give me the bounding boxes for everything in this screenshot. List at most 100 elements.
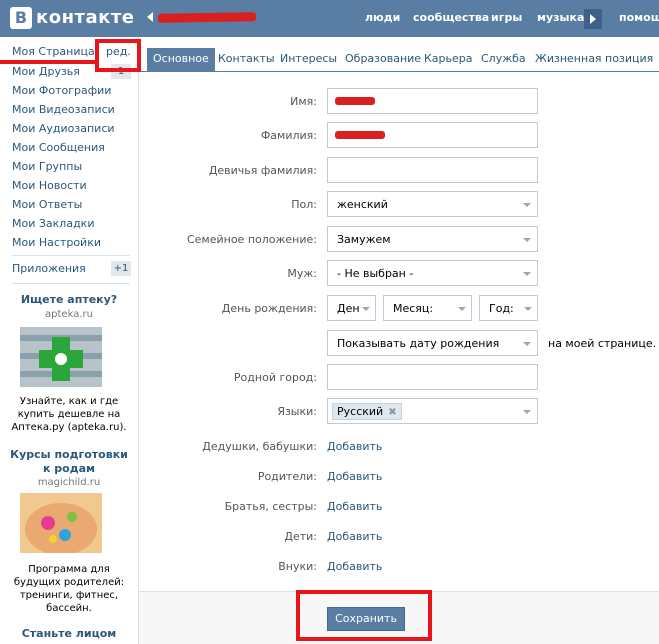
marital-status-label: Семейное положение: [186,233,317,246]
nav-games[interactable]: игры [491,11,522,24]
children-label: Дети: [284,530,317,543]
gender-select[interactable]: женский [327,191,538,217]
tab-life-position[interactable]: Жизненная позиция [535,50,653,72]
sidebar-item-my-page[interactable]: Моя Страница [12,45,95,58]
annotation-arrow-line [0,60,98,64]
add-parents-link[interactable]: Добавить [327,470,382,483]
languages-label: Языки: [277,405,317,418]
birth-month-value: Месяц: [393,302,434,315]
hometown-field[interactable] [327,364,538,390]
birthday-label: День рождения: [221,302,317,315]
birthday-visibility-value: Показывать дату рождения [337,337,500,350]
gender-label: Пол: [291,198,317,211]
sidebar-item-news[interactable]: Мои Новости [12,179,87,192]
husband-label: Муж: [287,267,317,280]
sidebar-item-photos[interactable]: Мои Фотографии [12,84,111,97]
vk-logo[interactable]: В контакте [10,6,134,30]
sidebar-item-groups[interactable]: Мои Группы [12,160,82,173]
pregnancy-ad-image[interactable] [20,493,102,553]
nav-help[interactable]: помощь [619,11,659,24]
tab-interests[interactable]: Интересы [280,50,337,72]
remove-icon[interactable]: ✖ [388,405,396,420]
ad-text: Программа для будущих родителей: тренинг… [13,564,125,614]
sidebar-item-bookmarks[interactable]: Мои Закладки [12,217,94,230]
chevron-down-icon [523,342,531,346]
chevron-down-icon [523,203,531,207]
music-play-icon[interactable] [584,9,602,29]
back-arrow-icon[interactable] [147,12,153,22]
ad-text: Узнайте, как и где купить дешевле на Апт… [11,396,127,433]
tab-service[interactable]: Служба [481,50,526,72]
languages-select[interactable]: Русский ✖ [327,398,538,424]
tab-basic[interactable]: Основное [147,48,215,72]
apps-count-badge: +1 [111,261,131,276]
birth-year-select[interactable]: Год: [479,295,538,321]
logo-text: контакте [36,7,135,28]
ad-title[interactable]: Станьте лицом [6,627,132,641]
first-name-label: Имя: [290,95,317,108]
birthday-visibility-select[interactable]: Показывать дату рождения [327,330,538,356]
parents-label: Родители: [257,470,317,483]
siblings-label: Братья, сестры: [224,500,317,513]
chevron-down-icon [458,307,466,311]
sidebar-item-apps[interactable]: Приложения [12,262,86,275]
add-siblings-link[interactable]: Добавить [327,500,382,513]
birth-year-value: Год: [489,302,514,315]
add-grandparents-link[interactable]: Добавить [327,440,382,453]
pharmacy-ad-image[interactable] [20,327,102,387]
chevron-down-icon [362,307,370,311]
nav-communities[interactable]: сообщества [413,11,489,24]
marital-status-value: Замужем [337,233,391,246]
sidebar-item-audio[interactable]: Мои Аудиозаписи [12,122,115,135]
ad-domain: apteka.ru [45,309,93,320]
husband-value: - Не выбран - [337,267,414,280]
sidebar-divider [12,255,130,256]
sidebar-item-videos[interactable]: Мои Видеозаписи [12,103,115,116]
maiden-name-field[interactable] [327,157,538,183]
tab-education[interactable]: Образование [345,50,421,72]
nav-music[interactable]: музыка [537,11,584,24]
grandparents-label: Дедушки, бабушки: [202,440,317,453]
tabs-bar: Основное Контакты Интересы Образование К… [139,46,659,72]
sidebar-item-settings[interactable]: Мои Настройки [12,236,101,249]
language-chip-label: Русский [337,405,384,418]
gender-value: женский [337,198,388,211]
ad-title[interactable]: Ищете аптеку? [6,293,132,307]
first-name-field[interactable] [327,88,538,114]
last-name-label: Фамилия: [260,129,317,142]
edit-profile-panel: Основное Контакты Интересы Образование К… [138,37,659,644]
hometown-label: Родной город: [233,371,317,384]
tab-contacts[interactable]: Контакты [218,50,275,72]
ad-title[interactable]: Курсы подготовки к родам [6,448,132,476]
last-name-field[interactable] [327,122,538,148]
grandchildren-label: Внуки: [278,560,317,573]
ad-domain: magichild.ru [37,477,101,488]
sidebar-divider [12,283,130,284]
nav-people[interactable]: люди [365,11,400,24]
redacted-first-name [335,97,375,105]
tab-career[interactable]: Карьера [424,50,473,72]
top-bar: В контакте люди сообщества игры музыка п… [0,0,659,37]
chevron-down-icon [523,410,531,414]
marital-status-select[interactable]: Замужем [327,226,538,252]
add-children-link[interactable]: Добавить [327,530,382,543]
chevron-down-icon [523,272,531,276]
sidebar-item-friends[interactable]: Мои Друзья [12,65,80,78]
birthday-visibility-suffix: на моей странице. [548,337,657,350]
redacted-last-name [335,131,385,139]
redacted-user-name [157,12,257,23]
birth-day-select[interactable]: Ден [327,295,376,321]
annotation-box-edit [95,39,141,72]
maiden-name-label: Девичья фамилия: [208,164,317,177]
logo-letter: В [10,7,32,29]
birth-day-value: Ден [337,302,360,315]
sidebar-item-answers[interactable]: Мои Ответы [12,198,82,211]
birth-month-select[interactable]: Месяц: [383,295,472,321]
language-chip: Русский ✖ [332,403,402,420]
annotation-box-save [296,590,432,641]
sidebar-item-messages[interactable]: Мои Сообщения [12,141,105,154]
husband-select[interactable]: - Не выбран - [327,260,538,286]
add-grandchildren-link[interactable]: Добавить [327,560,382,573]
chevron-down-icon [524,307,532,311]
chevron-down-icon [523,238,531,242]
